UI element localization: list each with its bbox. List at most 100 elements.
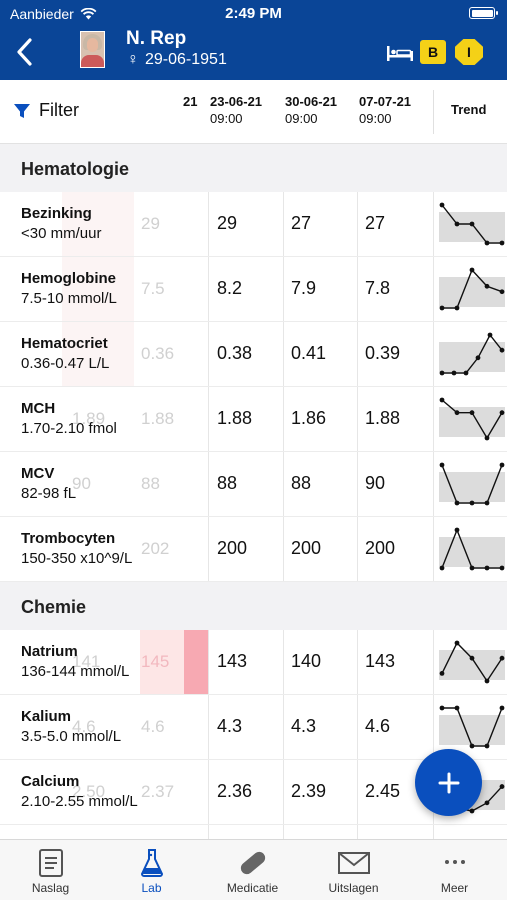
trend-point <box>484 240 490 246</box>
previous-value: 7.5 <box>141 279 165 298</box>
trend-point <box>499 565 505 571</box>
tab-medicatie[interactable]: Medicatie <box>202 840 303 900</box>
envelope-icon <box>337 852 370 874</box>
reference-band <box>439 212 505 242</box>
filter-button[interactable]: Filter <box>13 100 79 121</box>
bed-icon <box>387 46 413 61</box>
trend-sparkline[interactable] <box>439 199 505 249</box>
result-value: 200 <box>217 538 248 558</box>
tab-label: Uitslagen <box>328 881 379 895</box>
filter-icon <box>14 103 30 118</box>
reference-range: 1.70-2.10 fmol <box>21 420 117 437</box>
date-column-3[interactable]: 07-07-21 09:00 <box>359 93 411 127</box>
trend-point <box>469 410 475 416</box>
trend-point <box>439 671 445 676</box>
filter-label: Filter <box>39 100 79 120</box>
trend-point <box>484 678 490 684</box>
patient-name: N. Rep <box>126 28 187 49</box>
lab-row-natrium[interactable]: 141 145 Natrium 136-144 mmol/L 143 140 1… <box>0 630 507 695</box>
result-value: 29 <box>217 213 238 233</box>
lab-row-bezinking[interactable]: 29 Bezinking <30 mm/uur 29 27 27 <box>0 192 507 257</box>
previous-value: 2.37 <box>141 782 175 801</box>
result-value: 4.3 <box>291 716 317 736</box>
badge-b[interactable]: B <box>420 40 446 64</box>
previous-value: 145 <box>141 652 170 671</box>
date-column-1[interactable]: 23-06-21 09:00 <box>210 93 262 127</box>
trend-point <box>499 784 505 789</box>
trend-sparkline[interactable] <box>439 329 505 379</box>
trend-point <box>439 397 445 403</box>
trend-point <box>439 462 445 468</box>
lab-row-mcv[interactable]: 90 88 MCV 82-98 fL 88 88 90 <box>0 452 507 517</box>
trend-point <box>454 305 460 311</box>
result-value: 88 <box>291 473 312 493</box>
test-name: Hematocriet <box>21 335 108 352</box>
trend-point <box>499 240 505 246</box>
lab-row-mch[interactable]: 1.89 1.88 MCH 1.70-2.10 fmol 1.88 1.86 1… <box>0 387 507 452</box>
date-column-2[interactable]: 30-06-21 09:00 <box>285 93 337 127</box>
trend-point <box>499 289 505 295</box>
tab-uitslagen[interactable]: Uitslagen <box>303 840 404 900</box>
patient-header: Aanbieder 2:49 PM N. Rep ♀ 29-06-1951 B … <box>0 0 507 80</box>
status-bar: Aanbieder 2:49 PM <box>0 0 507 26</box>
lab-row-hematocriet[interactable]: 0.36 Hematocriet 0.36-0.47 L/L 0.38 0.41… <box>0 322 507 387</box>
reference-range: 7.5-10 mmol/L <box>21 290 117 307</box>
result-value: 2.36 <box>217 781 253 801</box>
lab-row-hemoglobine[interactable]: 7.5 Hemoglobine 7.5-10 mmol/L 8.2 7.9 7.… <box>0 257 507 322</box>
result-value: 2.39 <box>291 781 327 801</box>
tab-label: Meer <box>440 881 469 895</box>
flask-icon <box>140 849 163 877</box>
clock: 2:49 PM <box>225 5 282 22</box>
date-label: 23-06-21 <box>210 94 263 109</box>
time-label: 09:00 <box>359 111 392 126</box>
trend-point <box>475 355 481 361</box>
trend-point <box>499 462 505 468</box>
trend-point <box>469 565 475 571</box>
result-value: 88 <box>217 473 238 493</box>
result-value: 0.39 <box>365 343 401 363</box>
previous-value-cell <box>62 192 134 256</box>
trend-sparkline[interactable] <box>439 394 505 444</box>
lab-row-partial <box>0 825 507 839</box>
result-value: 143 <box>217 651 248 671</box>
trend-sparkline[interactable] <box>439 459 505 509</box>
result-value: 27 <box>291 213 312 233</box>
result-value: 200 <box>291 538 322 558</box>
test-name: Calcium <box>21 773 80 790</box>
badge-i[interactable]: I <box>455 39 483 65</box>
trend-sparkline[interactable] <box>439 524 505 574</box>
result-value: 143 <box>365 651 396 671</box>
trend-point <box>454 500 460 506</box>
trend-point <box>469 743 475 749</box>
trend-sparkline[interactable] <box>439 637 505 687</box>
out-of-range-flag <box>184 630 208 694</box>
trend-point <box>463 370 469 376</box>
trend-point <box>484 743 490 749</box>
document-icon <box>38 849 63 877</box>
result-value: 4.6 <box>365 716 391 736</box>
result-value: 7.9 <box>291 278 317 298</box>
back-arrow-icon[interactable] <box>12 37 38 67</box>
trend-point <box>439 202 445 208</box>
more-icon <box>444 860 465 864</box>
lab-row-trombocyten[interactable]: 202 Trombocyten 150-350 x10^9/L 200 200 … <box>0 517 507 582</box>
tab-meer[interactable]: Meer <box>404 840 505 900</box>
trend-point <box>499 705 505 711</box>
trend-sparkline[interactable] <box>439 264 505 314</box>
trend-point <box>439 565 445 571</box>
result-value: 1.88 <box>365 408 401 428</box>
tab-lab[interactable]: Lab <box>101 840 202 900</box>
result-value: 0.38 <box>217 343 253 363</box>
section-title: Hematologie <box>21 159 130 179</box>
test-name: Kalium <box>21 708 72 725</box>
result-value: 140 <box>291 651 322 671</box>
lab-row-kalium[interactable]: 4.6 4.6 Kalium 3.5-5.0 mmol/L 4.3 4.3 4.… <box>0 695 507 760</box>
tab-naslag[interactable]: Naslag <box>0 840 101 900</box>
date-label: 07-07-21 <box>359 94 412 109</box>
trend-sparkline[interactable] <box>439 702 505 752</box>
previous-value: 1.88 <box>141 409 175 428</box>
plus-icon <box>438 772 459 793</box>
reference-range: 3.5-5.0 mmol/L <box>21 728 122 745</box>
add-button[interactable] <box>415 749 482 816</box>
result-value: 8.2 <box>217 278 243 298</box>
